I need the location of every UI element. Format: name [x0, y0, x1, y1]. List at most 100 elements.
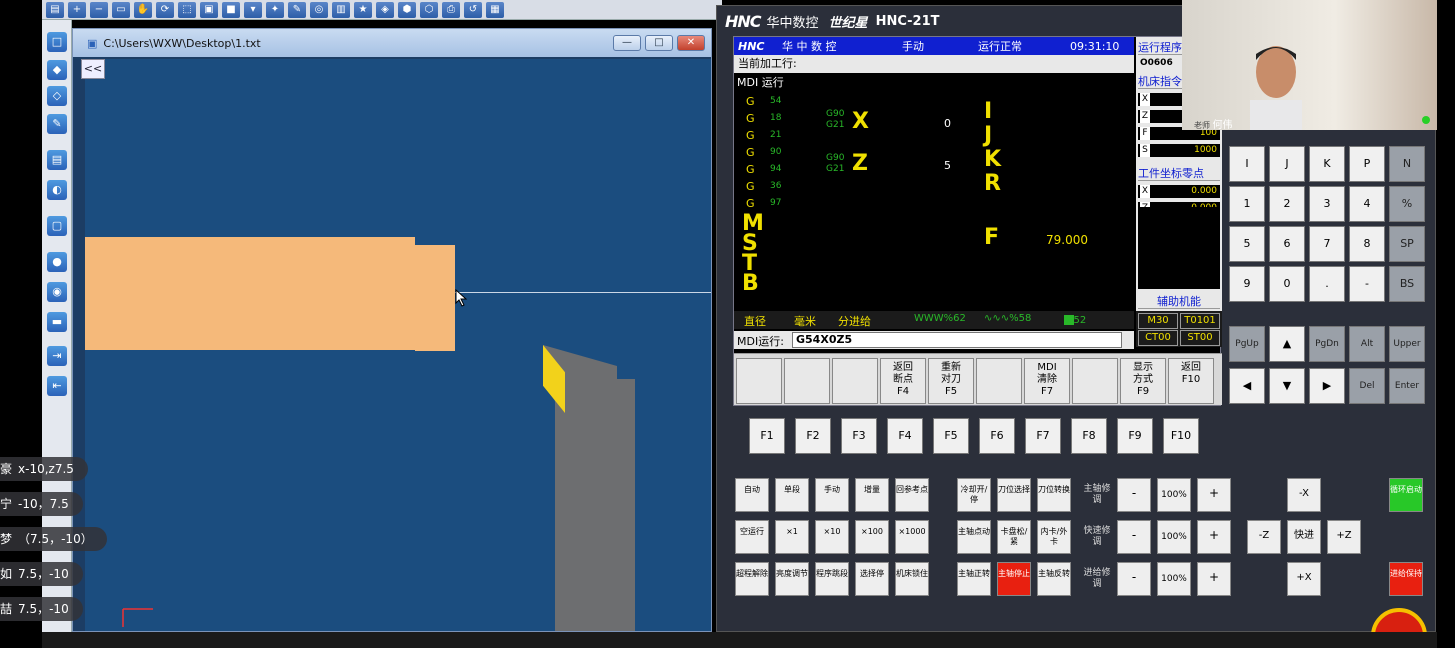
keypad-key[interactable]: Del [1349, 368, 1385, 404]
cycle-start-button[interactable]: 循环启动 [1389, 478, 1423, 512]
measure-icon[interactable]: ◈ [376, 1, 394, 18]
keypad-key[interactable]: 5 [1229, 226, 1265, 262]
mode-button[interactable]: ×10 [815, 520, 849, 554]
keypad-key[interactable]: PgUp [1229, 326, 1265, 362]
fkey-f3[interactable]: F3 [841, 418, 877, 454]
mode-button[interactable]: 空运行 [735, 520, 769, 554]
grid-icon[interactable]: ▦ [486, 1, 504, 18]
fkey-f7[interactable]: F7 [1025, 418, 1061, 454]
softkey-button[interactable] [832, 358, 878, 404]
window-icon[interactable]: □ [47, 32, 67, 52]
keypad-key[interactable]: - [1349, 266, 1385, 302]
mode-button[interactable]: 手动 [815, 478, 849, 512]
fkey-f2[interactable]: F2 [795, 418, 831, 454]
machine-func-button[interactable]: 主轴点动 [957, 520, 991, 554]
color-icon[interactable]: ■ [222, 1, 240, 18]
override-plus-button[interactable]: + [1197, 478, 1231, 512]
keypad-key[interactable]: % [1389, 186, 1425, 222]
dropdown-icon[interactable]: ▾ [244, 1, 262, 18]
mode-button[interactable]: ×1000 [895, 520, 929, 554]
globe-icon[interactable]: ◎ [310, 1, 328, 18]
softkey-button[interactable]: 返回 断点 F4 [880, 358, 926, 404]
machine-func-button[interactable]: 主轴停止 [997, 562, 1031, 596]
softkey-button[interactable] [976, 358, 1022, 404]
stock-icon[interactable]: ⬡ [420, 1, 438, 18]
machine-func-button[interactable]: 刀位转换 [1037, 478, 1071, 512]
keypad-key[interactable]: ▶ [1309, 368, 1345, 404]
zoom-window-icon[interactable]: ▭ [112, 1, 130, 18]
tool-icon[interactable]: ✦ [266, 1, 284, 18]
keypad-key[interactable]: SP [1389, 226, 1425, 262]
softkey-button[interactable] [736, 358, 782, 404]
mode-button[interactable]: 机床锁住 [895, 562, 929, 596]
keypad-key[interactable]: J [1269, 146, 1305, 182]
rotate-icon[interactable]: ⟳ [156, 1, 174, 18]
machine-func-button[interactable]: 内卡/外卡 [1037, 520, 1071, 554]
cube-icon[interactable]: ◆ [47, 60, 67, 80]
printer-icon[interactable]: ⎙ [442, 1, 460, 18]
keypad-key[interactable]: 3 [1309, 186, 1345, 222]
keypad-key[interactable]: 7 [1309, 226, 1345, 262]
fkey-f10[interactable]: F10 [1163, 418, 1199, 454]
mode-button[interactable]: ×1 [775, 520, 809, 554]
keypad-key[interactable]: 0 [1269, 266, 1305, 302]
machine-func-button[interactable]: 冷却开/停 [957, 478, 991, 512]
view-icon[interactable]: ▣ [200, 1, 218, 18]
mdi-input-field[interactable]: G54X0Z5 [792, 332, 1122, 348]
keypad-key[interactable]: Enter [1389, 368, 1425, 404]
softkey-button[interactable] [1072, 358, 1118, 404]
file-icon[interactable]: ▥ [332, 1, 350, 18]
machine-func-button[interactable]: 卡盘松/紧 [997, 520, 1031, 554]
override-reset-button[interactable]: 100% [1157, 520, 1191, 554]
mode-button[interactable]: 回参考点 [895, 478, 929, 512]
close-button[interactable]: ✕ [677, 35, 705, 51]
frame-icon[interactable]: ▢ [47, 216, 67, 236]
mode-button[interactable]: 单段 [775, 478, 809, 512]
jog-button[interactable]: 快进 [1287, 520, 1321, 554]
keypad-key[interactable]: 2 [1269, 186, 1305, 222]
collapse-panel-button[interactable]: << [81, 59, 105, 79]
keypad-key[interactable]: P [1349, 146, 1385, 182]
override-plus-button[interactable]: + [1197, 562, 1231, 596]
keypad-key[interactable]: PgDn [1309, 326, 1345, 362]
keypad-key[interactable]: 4 [1349, 186, 1385, 222]
pen-tool-icon[interactable]: ✎ [47, 114, 67, 134]
keypad-key[interactable]: ▲ [1269, 326, 1305, 362]
keypad-key[interactable]: I [1229, 146, 1265, 182]
keypad-key[interactable]: N [1389, 146, 1425, 182]
pan-hand-icon[interactable]: ✋ [134, 1, 152, 18]
mode-button[interactable]: 自动 [735, 478, 769, 512]
softkey-button[interactable]: MDI 清除 F7 [1024, 358, 1070, 404]
mode-button[interactable]: ×100 [855, 520, 889, 554]
maximize-button[interactable]: □ [645, 35, 673, 51]
jog-button[interactable]: -Z [1247, 520, 1281, 554]
keypad-key[interactable]: 6 [1269, 226, 1305, 262]
softkey-button[interactable]: 显示 方式 F9 [1120, 358, 1166, 404]
softkey-button[interactable]: 重新 对刀 F5 [928, 358, 974, 404]
minimize-button[interactable]: — [613, 35, 641, 51]
keypad-key[interactable]: K [1309, 146, 1345, 182]
panel-icon[interactable]: ▬ [47, 312, 67, 332]
display-icon[interactable]: ▤ [47, 150, 67, 170]
save-icon[interactable]: ▤ [46, 1, 64, 18]
export-icon[interactable]: ⇥ [47, 346, 67, 366]
override-reset-button[interactable]: 100% [1157, 562, 1191, 596]
import-icon[interactable]: ⇤ [47, 376, 67, 396]
keypad-key[interactable]: ◀ [1229, 368, 1265, 404]
fkey-f1[interactable]: F1 [749, 418, 785, 454]
star-icon[interactable]: ★ [354, 1, 372, 18]
jog-button[interactable]: +Z [1327, 520, 1361, 554]
keypad-key[interactable]: ▼ [1269, 368, 1305, 404]
keypad-key[interactable]: 9 [1229, 266, 1265, 302]
machine-func-button[interactable]: 主轴反转 [1037, 562, 1071, 596]
reset-icon[interactable]: ↺ [464, 1, 482, 18]
fkey-f6[interactable]: F6 [979, 418, 1015, 454]
part-icon[interactable]: ⬢ [398, 1, 416, 18]
mode-button[interactable]: 超程解除 [735, 562, 769, 596]
fkey-f9[interactable]: F9 [1117, 418, 1153, 454]
feed-hold-button[interactable]: 进给保持 [1389, 562, 1423, 596]
override-plus-button[interactable]: + [1197, 520, 1231, 554]
jog-button[interactable]: -X [1287, 478, 1321, 512]
shape-icon[interactable]: ◇ [47, 86, 67, 106]
zoom-out-icon[interactable]: − [90, 1, 108, 18]
